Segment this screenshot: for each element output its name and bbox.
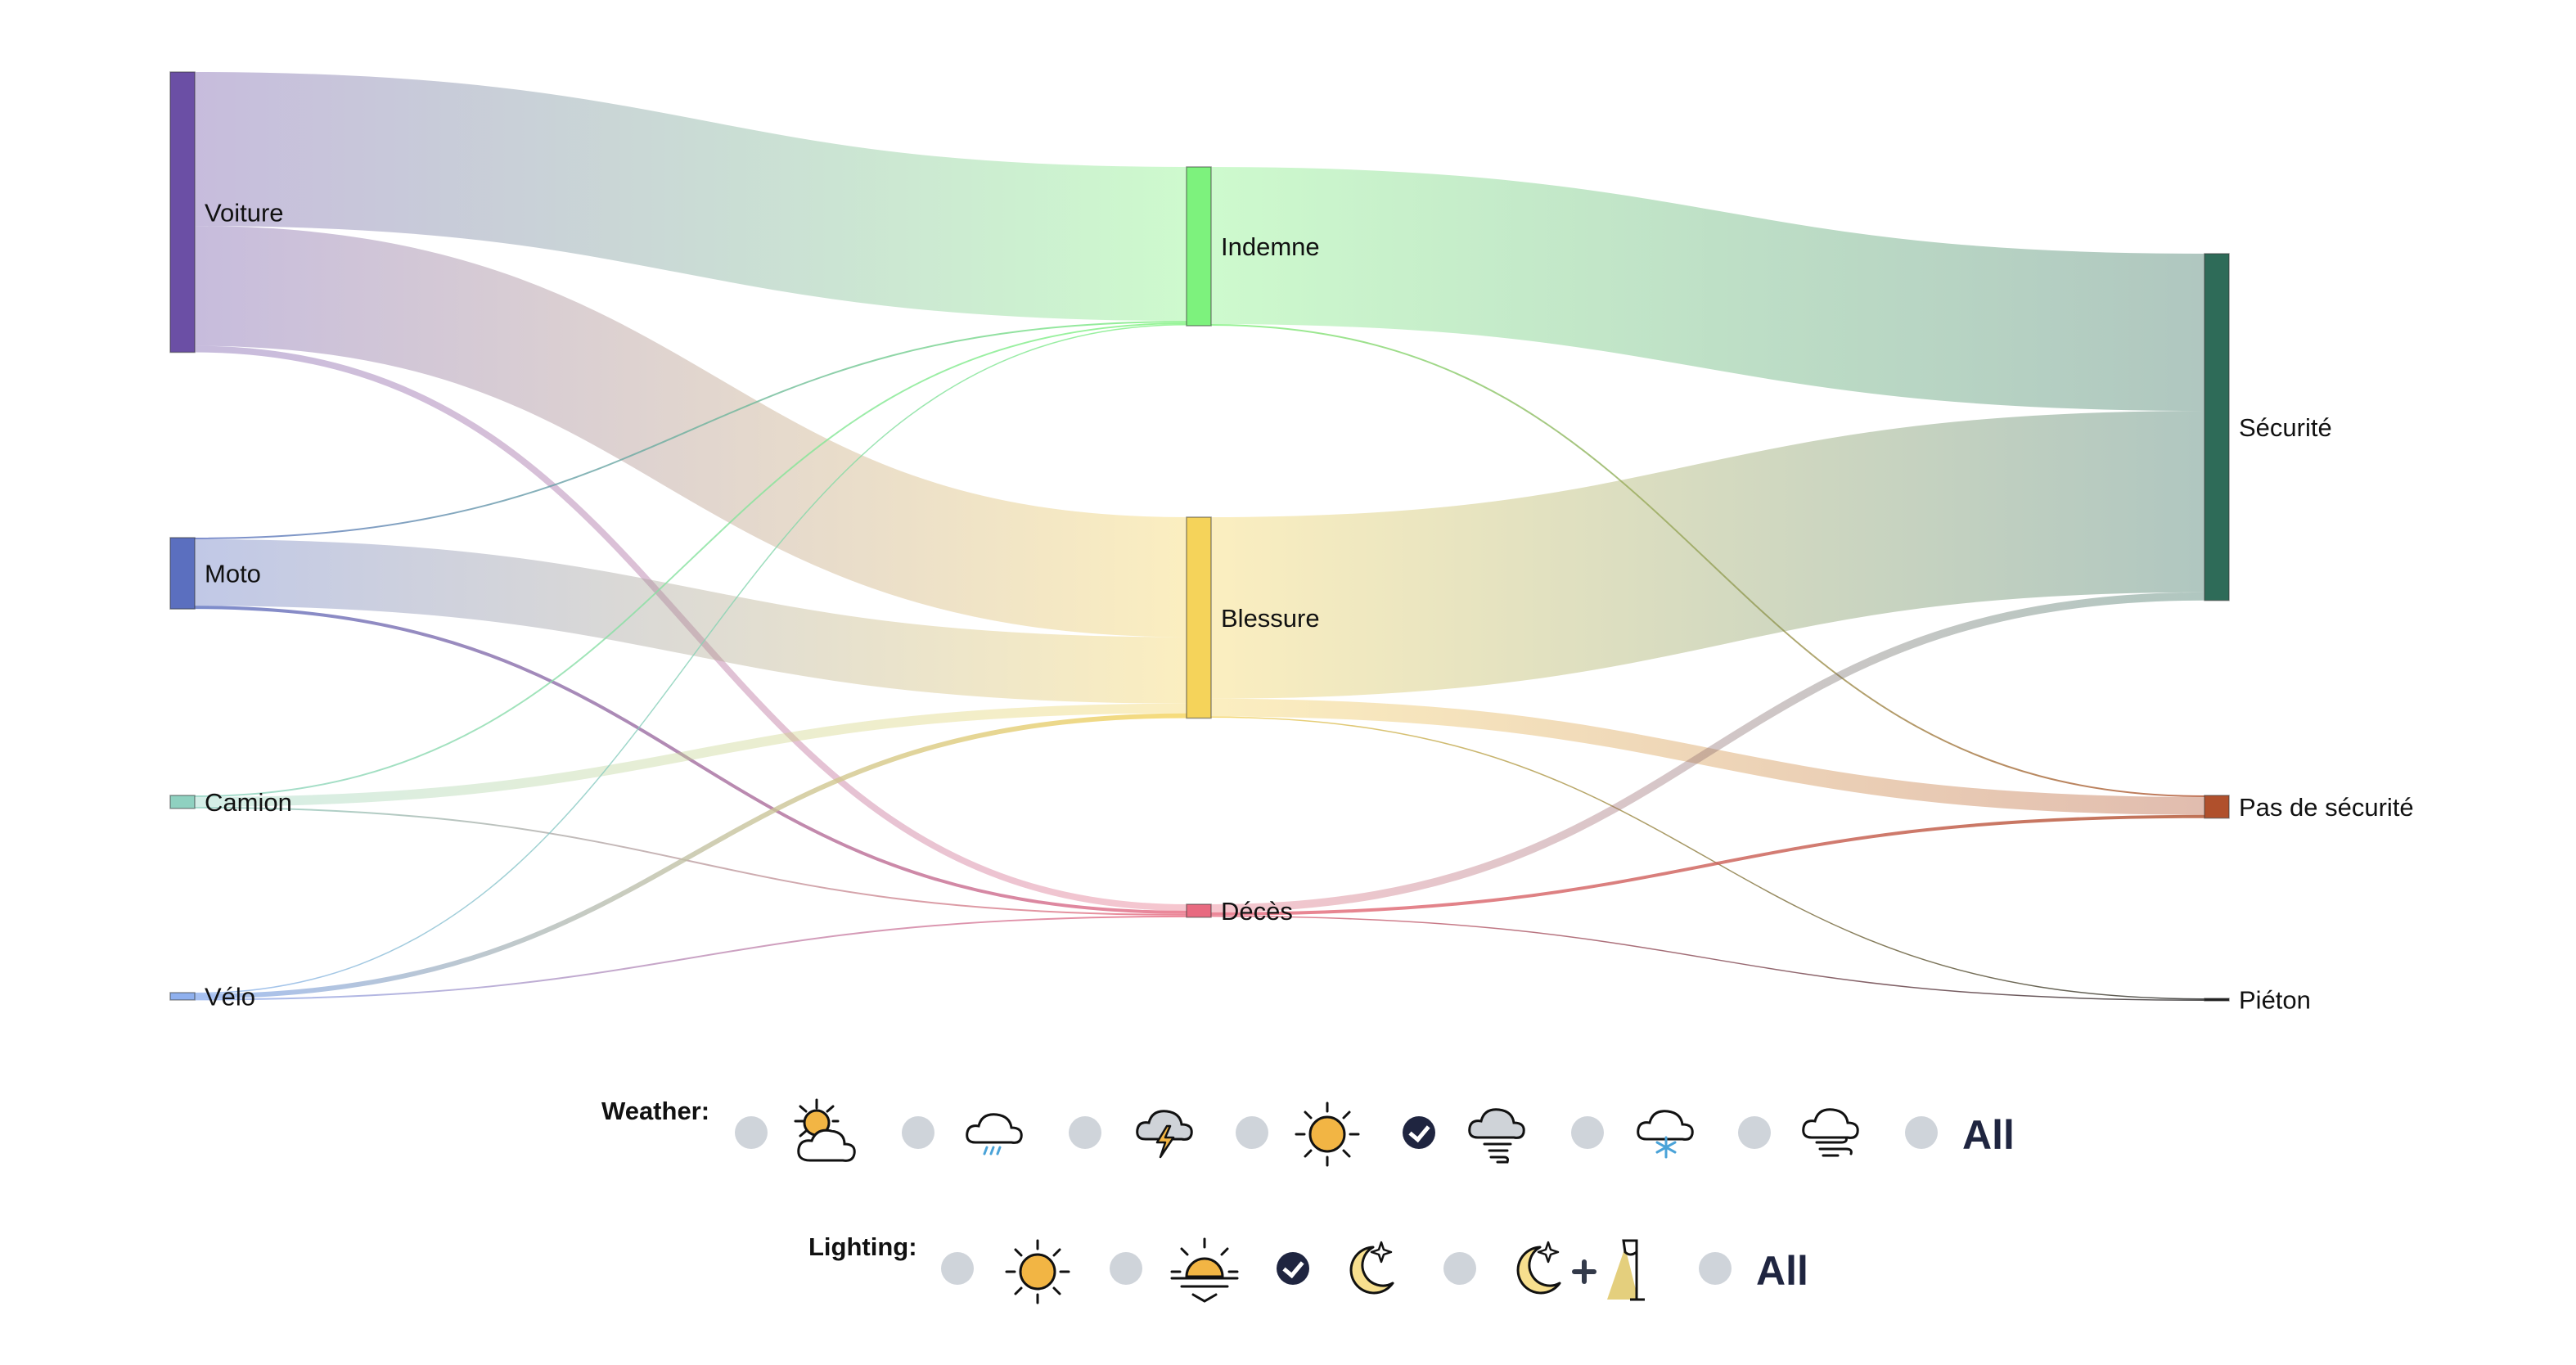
node-voiture[interactable] <box>169 71 196 354</box>
node-moto[interactable] <box>169 537 196 610</box>
node-securite[interactable] <box>2204 253 2230 601</box>
node-label-camion: Camion <box>205 788 292 817</box>
link-voiture-to-indemne[interactable] <box>194 72 1187 322</box>
node-label-deces: Décès <box>1221 897 1293 926</box>
node-label-moto: Moto <box>205 560 261 588</box>
node-label-voiture: Voiture <box>205 198 284 227</box>
node-pas_securite[interactable] <box>2204 795 2230 819</box>
link-camion-to-blessure[interactable] <box>194 703 1187 807</box>
link-deces-to-pieton[interactable] <box>1210 915 2205 1001</box>
link-camion-to-deces[interactable] <box>194 806 1187 916</box>
node-pieton[interactable] <box>2204 998 2230 1002</box>
node-camion[interactable] <box>169 795 196 809</box>
link-blessure-to-securite[interactable] <box>1210 411 2205 699</box>
node-indemne[interactable] <box>1186 166 1212 327</box>
node-label-velo: Vélo <box>205 982 255 1011</box>
node-deces[interactable] <box>1186 903 1212 918</box>
node-label-indemne: Indemne <box>1221 232 1320 261</box>
node-label-blessure: Blessure <box>1221 604 1320 633</box>
link-indemne-to-securite[interactable] <box>1210 167 2205 412</box>
sankey-diagram: Voiture Moto Camion Vélo Indemne Blessure Décè… <box>169 71 2414 1015</box>
node-blessure[interactable] <box>1186 516 1212 719</box>
node-label-pas_securite: Pas de sécurité <box>2239 793 2414 822</box>
node-label-pieton: Piéton <box>2239 986 2311 1015</box>
node-label-securite: Sécurité <box>2239 413 2332 442</box>
node-velo[interactable] <box>169 992 196 1001</box>
